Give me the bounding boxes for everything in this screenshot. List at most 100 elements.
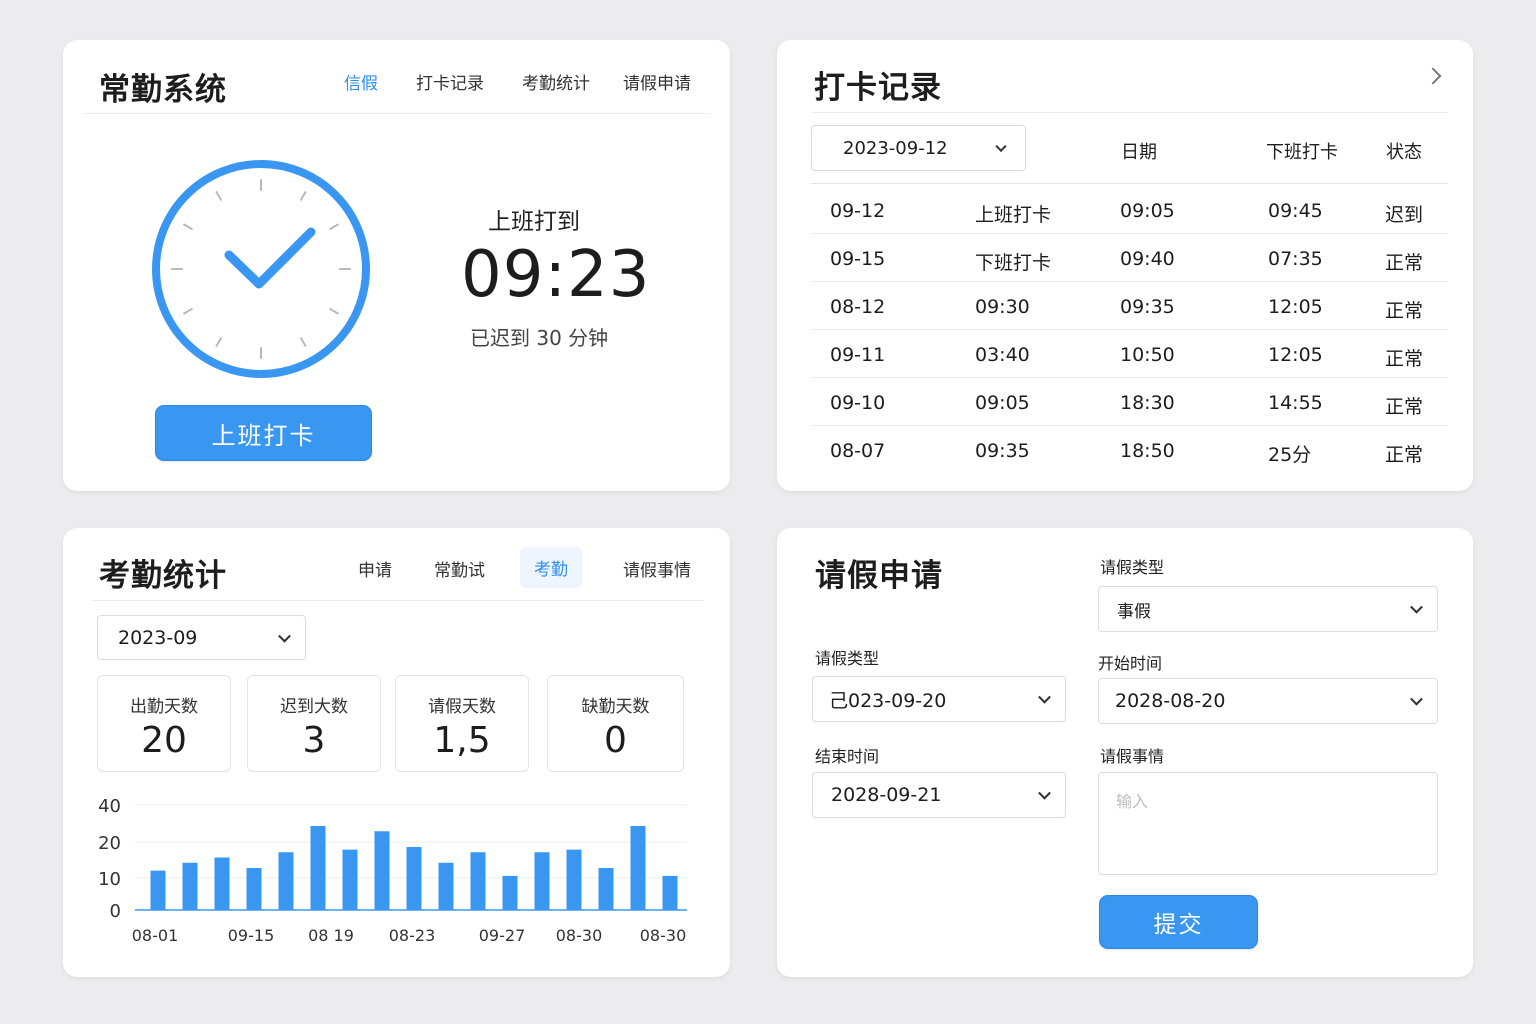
- late-text: 已迟到 30 分钟: [470, 326, 609, 350]
- chart-bar: [342, 849, 358, 910]
- chart-bar: [310, 826, 326, 910]
- table-cell: 09-15: [830, 248, 886, 270]
- nav-tab-leave[interactable]: 请假申请: [623, 69, 691, 94]
- chart-bar: [278, 852, 294, 910]
- stat-value: 0: [604, 720, 627, 761]
- reason-textarea[interactable]: 输入: [1098, 772, 1438, 875]
- start-date-value: 2028-08-20: [1115, 690, 1226, 712]
- month-select-value: 2023-09: [118, 626, 198, 649]
- table-cell: 10:50: [1120, 344, 1175, 366]
- clock-check-icon: [152, 160, 370, 378]
- y-tick-label: 40: [98, 796, 121, 817]
- month-select[interactable]: 2023-09: [97, 615, 306, 660]
- chevron-down-icon: [1410, 600, 1423, 614]
- stat-attendance-days: 出勤天数 20: [97, 675, 231, 772]
- left-start-date-value: 己023-09-20: [829, 689, 947, 712]
- chart-bar: [502, 875, 518, 910]
- table-row[interactable]: 09-11 03:40 10:50 12:05 正常: [811, 330, 1448, 378]
- chart-bar: [150, 870, 166, 910]
- attendance-bar-chart: 40 20 10 0 08-01 09-15 08 19 08-23 09-27 08-30 08-…: [98, 796, 687, 945]
- chart-bar: [534, 852, 550, 910]
- chevron-down-icon: [1038, 786, 1051, 800]
- start-time-label: 开始时间: [1098, 654, 1163, 673]
- y-tick-label: 10: [98, 869, 121, 890]
- chevron-right-icon[interactable]: [1424, 67, 1442, 85]
- x-tick-label: 08-01: [132, 926, 179, 945]
- stat-absent-days: 缺勤天数 0: [547, 675, 684, 772]
- table-cell: 08-07: [830, 440, 886, 462]
- table-cell: 18:30: [1120, 392, 1175, 414]
- table-cell: 12:05: [1268, 344, 1323, 366]
- table-row[interactable]: 09-10 09:05 18:30 14:55 正常: [811, 378, 1448, 426]
- table-cell: 迟到: [1385, 204, 1424, 226]
- table-cell: 09-10: [830, 392, 886, 414]
- nav-tab-records[interactable]: 打卡记录: [416, 69, 484, 94]
- leave-type-value: 事假: [1117, 601, 1151, 622]
- stat-label: 迟到大数: [280, 697, 348, 717]
- chart-bar: [662, 875, 678, 910]
- chart-bar: [630, 826, 646, 910]
- table-cell: 25分: [1268, 444, 1312, 466]
- nav-tab-stats[interactable]: 考勤统计: [522, 69, 590, 94]
- leave-type-select[interactable]: 事假: [1098, 586, 1438, 632]
- app-title: 常勤系统: [99, 72, 227, 108]
- table-cell: 07:35: [1268, 248, 1323, 270]
- end-date-select[interactable]: 2028-09-21: [812, 772, 1066, 818]
- table-cell: 09:45: [1268, 200, 1323, 222]
- table-row[interactable]: 08-12 09:30 09:35 12:05 正常: [811, 282, 1448, 330]
- records-title: 打卡记录: [814, 70, 942, 106]
- y-tick-label: 20: [98, 833, 121, 854]
- table-row[interactable]: 08-07 09:35 18:50 25分 正常: [811, 426, 1448, 474]
- table-cell: 正常: [1385, 300, 1424, 322]
- chart-bar: [566, 849, 582, 910]
- left-start-date-select[interactable]: 己023-09-20: [812, 676, 1066, 722]
- stats-tab-leave[interactable]: 请假事情: [623, 556, 691, 581]
- x-tick-label: 09-15: [228, 926, 275, 945]
- table-cell: 上班打卡: [975, 204, 1052, 226]
- stat-label: 出勤天数: [130, 697, 198, 717]
- table-cell: 09-12: [830, 200, 886, 222]
- records-card: 打卡记录 2023-09-12 日期 下班打卡 状态 09-12 上班打卡 09:0…: [777, 40, 1473, 491]
- table-cell: 09:05: [1120, 200, 1175, 222]
- leave-type-label: 请假类型: [1100, 558, 1165, 577]
- table-row[interactable]: 09-15 下班打卡 09:40 07:35 正常: [811, 234, 1448, 282]
- col-header-status: 状态: [1386, 142, 1422, 163]
- stats-title: 考勤统计: [99, 558, 227, 594]
- date-select[interactable]: 2023-09-12: [811, 125, 1026, 171]
- chart-bar: [406, 847, 422, 910]
- chart-bar: [470, 852, 486, 910]
- submit-button[interactable]: 提交: [1099, 895, 1258, 949]
- clock-in-button[interactable]: 上班打卡: [155, 405, 372, 461]
- nav-tab-home[interactable]: 信假: [344, 69, 378, 94]
- table-cell: 09:35: [975, 440, 1030, 462]
- stats-tab-apply[interactable]: 申请: [358, 556, 392, 581]
- end-date-value: 2028-09-21: [831, 784, 942, 806]
- stats-tab-attendance[interactable]: 考勤: [520, 547, 582, 588]
- table-cell: 12:05: [1268, 296, 1323, 318]
- reason-placeholder: 输入: [1116, 792, 1149, 811]
- stat-label: 缺勤天数: [581, 697, 650, 717]
- stat-value: 1,5: [433, 720, 491, 761]
- table-cell: 09:30: [975, 296, 1030, 318]
- table-row[interactable]: 09-12 上班打卡 09:05 09:45 迟到: [811, 186, 1448, 234]
- table-cell: 正常: [1385, 396, 1424, 418]
- chevron-down-icon: [278, 629, 291, 643]
- x-tick-label: 09-27: [479, 926, 526, 945]
- chart-bar: [214, 857, 230, 910]
- table-cell: 18:50: [1120, 440, 1175, 462]
- chevron-down-icon: [995, 140, 1007, 153]
- chevron-down-icon: [1038, 690, 1051, 704]
- chart-bar: [598, 868, 614, 910]
- stats-tab-regular[interactable]: 常勤试: [434, 556, 485, 581]
- table-cell: 03:40: [975, 344, 1030, 366]
- table-cell: 正常: [1385, 252, 1424, 274]
- x-tick-label: 08-23: [389, 926, 436, 945]
- start-date-select[interactable]: 2028-08-20: [1098, 678, 1438, 724]
- left-type-label: 请假类型: [815, 649, 880, 668]
- stat-leave-days: 请假天数 1,5: [395, 675, 529, 772]
- chart-bar: [374, 831, 390, 910]
- attendance-card: 常勤系统 信假 打卡记录 考勤统计 请假申请 上班打到 09:23 已迟到 30…: [63, 40, 730, 491]
- stats-card: 考勤统计 申请 常勤试 考勤 请假事情 2023-09 出勤天数 20 迟到大数…: [63, 528, 730, 977]
- table-cell: 09:40: [1120, 248, 1175, 270]
- table-cell: 09:35: [1120, 296, 1175, 318]
